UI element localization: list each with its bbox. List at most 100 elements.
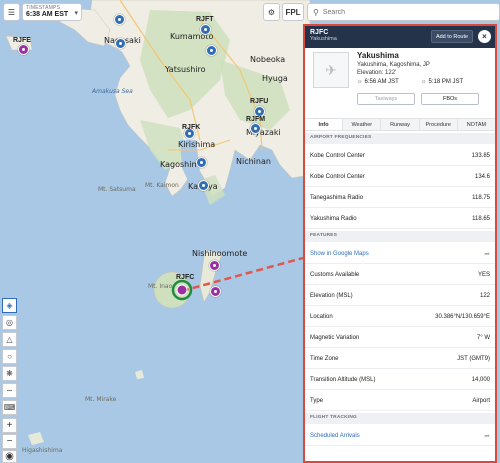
airport-code-label[interactable]: RJFK: [182, 124, 200, 131]
airport-marker[interactable]: [200, 24, 211, 35]
close-icon: ×: [482, 32, 487, 41]
search-icon: ⚲: [313, 7, 319, 17]
airport-code-label[interactable]: RJFC: [176, 274, 194, 281]
share-arrow-icon: ➦: [484, 432, 490, 440]
airport-code-label[interactable]: RJFU: [250, 98, 268, 105]
airport-summary: ✈ Yakushima Yakushima, Kagoshima, JP Ele…: [305, 48, 495, 114]
google-maps-label: Show in Google Maps: [310, 250, 369, 257]
feature-row: Elevation (MSL) 122: [305, 286, 495, 306]
airport-code-label[interactable]: RJFE: [13, 37, 31, 44]
map-label-city: Hyuga: [262, 74, 288, 83]
sunrise-time: 6:56 AM JST: [364, 79, 399, 85]
sunset-info: ☼ 5:18 PM JST: [421, 79, 463, 85]
airport-marker[interactable]: [198, 180, 209, 191]
timestamp-value: 6:38 AM EST: [26, 11, 69, 18]
tab-notam[interactable]: NOTAM: [458, 119, 495, 130]
layers-button[interactable]: ☰: [3, 3, 20, 21]
airplane-icon: ✈: [325, 61, 337, 78]
zoom-out-button[interactable]: −: [2, 434, 17, 449]
search-input[interactable]: [322, 8, 483, 16]
flight-tracking-section-header: FLIGHT TRACKING: [305, 413, 495, 424]
feature-row: Location 30.386°N/130.659°E: [305, 307, 495, 327]
taxiways-button[interactable]: Taxiways: [357, 93, 415, 105]
chevron-down-icon: ▾: [74, 10, 78, 17]
sunset-time: 5:18 PM JST: [428, 79, 464, 85]
shield-icon: ⌨: [3, 403, 16, 412]
map-label-city: Nobeoka: [250, 55, 286, 64]
share-arrow-icon: ➦: [484, 250, 490, 258]
airport-name: Yakushima: [357, 51, 399, 60]
map-label-mountain: Mt. Mirake: [85, 396, 117, 403]
timestamp-select[interactable]: TIMESTAMPS 6:38 AM EST ▾: [22, 3, 82, 21]
feature-value: Airport: [472, 397, 490, 404]
map-label-mountain: Mt. Inao: [148, 283, 173, 290]
map-label-mountain: Mt. Kaimon: [145, 182, 179, 189]
triangle-tool-button[interactable]: △: [2, 332, 17, 347]
fpl-button[interactable]: FPL: [282, 3, 304, 21]
close-button[interactable]: ×: [478, 30, 491, 43]
airport-marker[interactable]: [115, 38, 126, 49]
wave-icon: ∼: [6, 386, 13, 395]
shield-tool-button[interactable]: ⌨: [2, 400, 17, 415]
frequency-row: Yakushima Radio 118.65: [305, 209, 495, 229]
airport-elevation: Elevation: 122': [357, 70, 397, 76]
frequency-value: 134.6: [474, 173, 490, 180]
search-box[interactable]: ⚲: [307, 3, 500, 21]
target-icon: ◉: [5, 451, 14, 462]
feature-value: 122: [479, 292, 490, 299]
airport-marker[interactable]: [206, 45, 217, 56]
feature-value: 30.386°N/130.659°E: [435, 313, 490, 320]
layers-icon: ☰: [7, 7, 16, 17]
tab-info[interactable]: Info: [305, 119, 344, 130]
frequencies-section-header: AIRPORT FREQUENCIES: [305, 133, 495, 144]
frequency-value: 118.65: [472, 215, 490, 222]
airport-marker[interactable]: [209, 260, 220, 271]
gear-icon: ⚙: [267, 7, 276, 17]
add-to-route-button[interactable]: Add to Route: [431, 30, 473, 43]
group-tool-button[interactable]: ❋: [2, 366, 17, 381]
airport-marker[interactable]: [18, 44, 29, 55]
zoom-in-button[interactable]: +: [2, 418, 17, 433]
gear-button[interactable]: ⚙: [263, 3, 280, 21]
map-label-city: Kirishima: [178, 140, 216, 149]
feature-value: JST (GMT9): [457, 355, 490, 362]
frequency-row: Kobe Control Center 133.85: [305, 146, 495, 166]
frequency-value: 133.85: [471, 152, 490, 159]
fbos-button[interactable]: FBOs: [421, 93, 479, 105]
scheduled-arrivals-link[interactable]: Scheduled Arrivals ➦: [305, 426, 495, 446]
range-tool-button[interactable]: ○: [2, 349, 17, 364]
map-label-city: Nishinoomote: [192, 249, 248, 258]
features-section-header: FEATURES: [305, 231, 495, 242]
tab-procedure[interactable]: Procedure: [420, 119, 458, 130]
airport-marker[interactable]: [250, 123, 261, 134]
airport-location: Yakushima, Kagoshima, JP: [357, 62, 430, 68]
map-label-mountain: Higashishima: [22, 447, 63, 454]
frequency-name: Kobe Control Center: [310, 152, 365, 159]
draw-tool-button[interactable]: ◎: [2, 315, 17, 330]
sunrise-icon: ☼: [357, 79, 363, 85]
airport-marker[interactable]: [210, 286, 221, 297]
feature-value: 14,000: [471, 376, 490, 383]
map-label-mountain: Mt. Satsuma: [98, 186, 136, 193]
google-maps-link[interactable]: Show in Google Maps ➦: [305, 244, 495, 264]
minus-icon: −: [6, 436, 13, 447]
feature-row: Magnetic Variation 7° W: [305, 328, 495, 348]
tab-runway[interactable]: Runway: [381, 119, 420, 130]
locate-tool-button[interactable]: ◈: [2, 298, 17, 313]
feature-row: Type Airport: [305, 391, 495, 411]
airport-thumbnail: ✈: [313, 52, 349, 88]
feature-name: Type: [310, 397, 324, 404]
frequency-row: Kobe Control Center 134.6: [305, 167, 495, 187]
frequency-value: 118.75: [472, 194, 490, 201]
airport-code-label[interactable]: RJFM: [246, 116, 265, 123]
panel-header: RJFC Yakushima Add to Route ×: [305, 26, 495, 48]
frequency-name: Kobe Control Center: [310, 173, 365, 180]
route-tool-button[interactable]: ∼: [2, 383, 17, 398]
plus-icon: +: [6, 420, 13, 431]
recenter-button[interactable]: ◉: [2, 450, 17, 463]
tab-weather[interactable]: Weather: [343, 119, 382, 130]
frequency-name: Tanegashima Radio: [310, 194, 364, 201]
airport-marker[interactable]: [196, 157, 207, 168]
feature-value: YES: [477, 271, 490, 278]
sunset-icon: ☼: [421, 79, 427, 85]
